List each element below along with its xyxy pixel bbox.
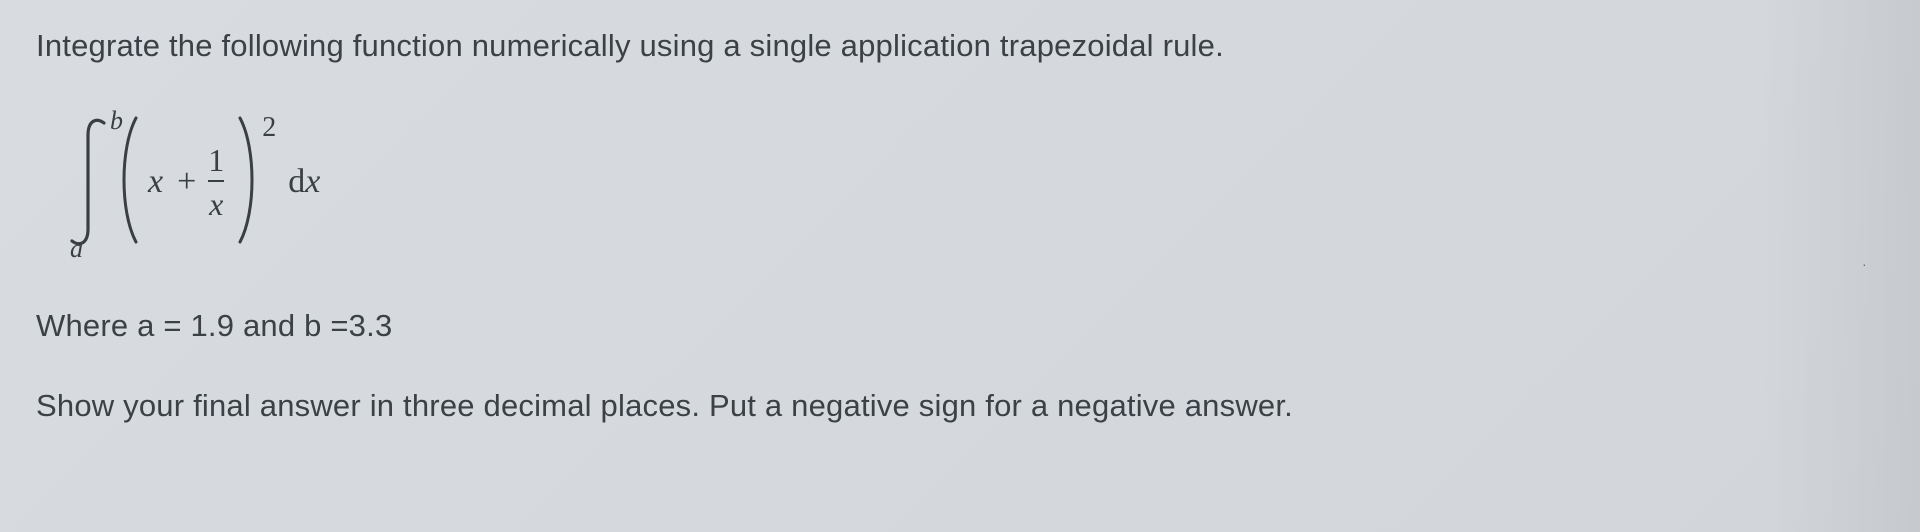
vignette-overlay (1760, 0, 1920, 532)
plus-operator: + (169, 163, 204, 201)
fraction: 1 x (208, 144, 224, 220)
exponent: 2 (262, 112, 276, 144)
differential: dx (288, 163, 320, 201)
integrand: x + 1 x (140, 144, 236, 220)
problem-statement: Integrate the following function numeric… (36, 28, 1884, 64)
lower-limit: a (70, 234, 83, 264)
answer-instruction: Show your final answer in three decimal … (36, 388, 1884, 424)
right-paren-icon (236, 114, 260, 251)
upper-limit: b (110, 106, 123, 136)
page-artifact: · (1862, 256, 1872, 266)
fraction-denominator: x (209, 182, 223, 220)
integral-expression: b a x + 1 x 2 dx (56, 112, 1884, 252)
fraction-numerator: 1 (208, 144, 224, 180)
where-clause: Where a = 1.9 and b =3.3 (36, 308, 1884, 344)
integral-sign-icon: b a (56, 112, 116, 252)
variable-x: x (148, 163, 169, 201)
